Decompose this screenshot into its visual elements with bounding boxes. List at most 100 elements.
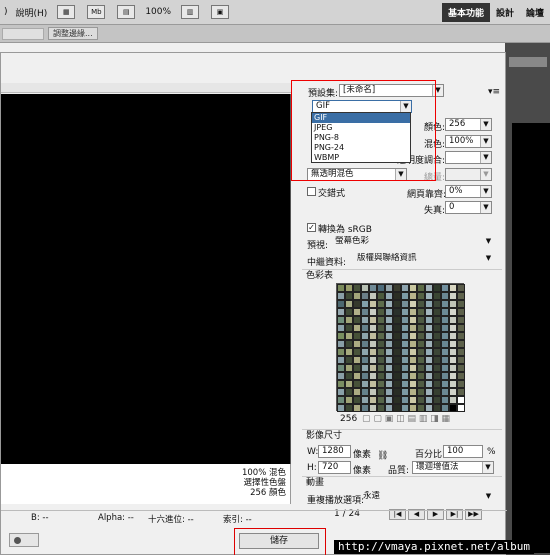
color-swatch[interactable] bbox=[353, 388, 361, 396]
dither-select[interactable]: 100% ▼ bbox=[445, 135, 492, 148]
color-swatch[interactable] bbox=[401, 332, 409, 340]
color-swatch[interactable] bbox=[417, 372, 425, 380]
color-swatch[interactable] bbox=[401, 372, 409, 380]
save-button[interactable]: 儲存 bbox=[239, 533, 319, 549]
color-swatch[interactable] bbox=[393, 356, 401, 364]
color-swatch[interactable] bbox=[385, 308, 393, 316]
color-swatch[interactable] bbox=[385, 316, 393, 324]
color-swatch[interactable] bbox=[457, 388, 465, 396]
color-swatch[interactable] bbox=[337, 404, 345, 412]
color-swatch[interactable] bbox=[369, 332, 377, 340]
color-swatch[interactable] bbox=[417, 348, 425, 356]
color-swatch[interactable] bbox=[409, 348, 417, 356]
color-swatch[interactable] bbox=[457, 316, 465, 324]
color-swatch[interactable] bbox=[385, 348, 393, 356]
color-swatch[interactable] bbox=[353, 380, 361, 388]
color-swatch[interactable] bbox=[369, 292, 377, 300]
color-swatch[interactable] bbox=[417, 404, 425, 412]
color-swatch[interactable] bbox=[449, 356, 457, 364]
color-swatch[interactable] bbox=[433, 356, 441, 364]
color-swatch[interactable] bbox=[337, 340, 345, 348]
color-swatch[interactable] bbox=[401, 396, 409, 404]
color-swatch[interactable] bbox=[385, 388, 393, 396]
color-swatch[interactable] bbox=[369, 396, 377, 404]
bridge-icon[interactable]: Mb bbox=[87, 5, 106, 19]
color-swatch[interactable] bbox=[377, 300, 385, 308]
menu-help[interactable]: 說明(H) bbox=[12, 6, 52, 19]
workspace-design[interactable]: 設計 bbox=[490, 3, 520, 22]
color-swatch[interactable] bbox=[345, 380, 353, 388]
color-swatch[interactable] bbox=[425, 300, 433, 308]
color-swatch[interactable] bbox=[409, 396, 417, 404]
color-swatch[interactable] bbox=[337, 388, 345, 396]
color-swatch[interactable] bbox=[433, 292, 441, 300]
lossy-select[interactable]: 0 ▼ bbox=[445, 201, 492, 214]
color-swatch[interactable] bbox=[441, 388, 449, 396]
color-swatch[interactable] bbox=[417, 316, 425, 324]
color-swatch[interactable] bbox=[377, 380, 385, 388]
color-swatch[interactable] bbox=[433, 300, 441, 308]
color-swatch[interactable] bbox=[393, 404, 401, 412]
format-dropdown-list[interactable]: GIF JPEG PNG-8 PNG-24 WBMP bbox=[311, 112, 411, 163]
color-swatch[interactable] bbox=[385, 340, 393, 348]
color-swatch[interactable] bbox=[425, 364, 433, 372]
layout-icon[interactable]: ▦ bbox=[57, 5, 76, 19]
color-swatch[interactable] bbox=[385, 404, 393, 412]
color-swatch[interactable] bbox=[401, 308, 409, 316]
color-swatch[interactable] bbox=[409, 404, 417, 412]
color-swatch[interactable] bbox=[457, 340, 465, 348]
color-swatch[interactable] bbox=[457, 348, 465, 356]
color-swatch[interactable] bbox=[449, 372, 457, 380]
color-swatch[interactable] bbox=[441, 284, 449, 292]
color-swatch[interactable] bbox=[369, 404, 377, 412]
color-swatch[interactable] bbox=[385, 324, 393, 332]
color-swatch[interactable] bbox=[385, 372, 393, 380]
screen-mode-icon[interactable]: ▣ bbox=[211, 5, 230, 19]
color-swatch[interactable] bbox=[353, 348, 361, 356]
color-swatch[interactable] bbox=[409, 316, 417, 324]
color-swatch[interactable] bbox=[401, 292, 409, 300]
color-swatch[interactable] bbox=[441, 364, 449, 372]
color-swatch[interactable] bbox=[353, 396, 361, 404]
color-swatch[interactable] bbox=[425, 388, 433, 396]
color-swatch[interactable] bbox=[409, 284, 417, 292]
color-swatch[interactable] bbox=[345, 324, 353, 332]
color-swatch[interactable] bbox=[385, 292, 393, 300]
convert-srgb-checkbox[interactable]: ✓ bbox=[307, 223, 316, 232]
color-swatch[interactable] bbox=[409, 332, 417, 340]
color-swatch[interactable] bbox=[441, 348, 449, 356]
color-swatch[interactable] bbox=[361, 404, 369, 412]
color-swatch[interactable] bbox=[369, 356, 377, 364]
color-swatch[interactable] bbox=[441, 356, 449, 364]
color-swatch[interactable] bbox=[353, 356, 361, 364]
color-swatch[interactable] bbox=[337, 372, 345, 380]
color-swatch[interactable] bbox=[369, 388, 377, 396]
color-swatch[interactable] bbox=[345, 364, 353, 372]
color-swatch[interactable] bbox=[409, 300, 417, 308]
color-swatch[interactable] bbox=[393, 300, 401, 308]
color-swatch[interactable] bbox=[377, 348, 385, 356]
format-option-png24[interactable]: PNG-24 bbox=[312, 143, 410, 153]
color-swatch[interactable] bbox=[433, 308, 441, 316]
preview-mode-select[interactable]: 螢幕色彩 ▼ bbox=[332, 236, 494, 249]
color-swatch[interactable] bbox=[369, 308, 377, 316]
color-swatch[interactable] bbox=[377, 356, 385, 364]
color-swatch[interactable] bbox=[361, 372, 369, 380]
color-swatch[interactable] bbox=[337, 348, 345, 356]
color-swatch[interactable] bbox=[401, 324, 409, 332]
metadata-select[interactable]: 版權與聯絡資訊 ▼ bbox=[354, 253, 494, 266]
color-swatch[interactable] bbox=[337, 364, 345, 372]
color-swatch[interactable] bbox=[401, 364, 409, 372]
color-swatch[interactable] bbox=[361, 316, 369, 324]
quality-select[interactable]: 環迴增值法 ▼ bbox=[412, 461, 494, 474]
color-swatch[interactable] bbox=[449, 300, 457, 308]
color-swatch[interactable] bbox=[361, 380, 369, 388]
color-swatch[interactable] bbox=[457, 284, 465, 292]
color-swatch[interactable] bbox=[417, 364, 425, 372]
loop-select[interactable]: 永遠 ▼ bbox=[360, 491, 494, 504]
color-swatch[interactable] bbox=[417, 292, 425, 300]
color-swatch[interactable] bbox=[353, 340, 361, 348]
color-swatch[interactable] bbox=[425, 348, 433, 356]
color-swatch[interactable] bbox=[433, 388, 441, 396]
color-swatch[interactable] bbox=[393, 388, 401, 396]
